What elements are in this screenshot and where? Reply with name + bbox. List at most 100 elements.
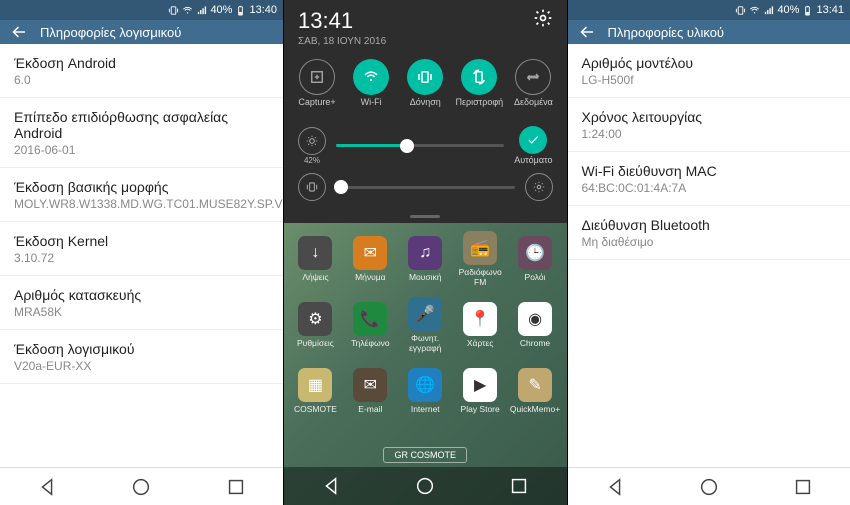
app-label: Τηλέφωνο (351, 338, 389, 348)
brightness-pct: 42% (304, 156, 320, 165)
app-label: QuickMemo+ (510, 404, 560, 414)
nav-back-icon[interactable] (320, 475, 342, 497)
nav-recent-icon[interactable] (225, 476, 247, 498)
shade-handle[interactable] (284, 209, 567, 223)
app-internet[interactable]: 🌐Internet (398, 359, 453, 423)
app-icon: ↓ (298, 236, 332, 270)
app-icon: ▶ (463, 368, 497, 402)
status-time: 13:41 (816, 4, 844, 16)
app-label: Internet (411, 404, 440, 414)
app-label: Ραδιόφωνο FM (453, 267, 508, 287)
app-icon: 📻 (463, 231, 497, 265)
back-icon[interactable] (578, 23, 596, 41)
nav-back-icon[interactable] (36, 476, 58, 498)
shade-date: ΣΑΒ, 18 ΙΟΥΝ 2016 (298, 36, 386, 47)
battery-icon (802, 5, 813, 16)
list-item[interactable]: Αριθμός κατασκευήςMRA58K (0, 276, 283, 330)
volume-slider-row (284, 173, 567, 209)
nav-home-icon[interactable] (414, 475, 436, 497)
app--[interactable]: 🎤Φωνητ. εγγραφή (398, 293, 453, 357)
list-item[interactable]: Έκδοση βασικής μορφήςMOLY.WR8.W1338.MD.W… (0, 168, 283, 222)
page-title: Πληροφορίες υλικού (608, 25, 725, 40)
settings-icon[interactable] (533, 8, 553, 28)
app--[interactable]: 📍Χάρτες (453, 293, 508, 357)
navigation-bar (568, 467, 850, 505)
navigation-bar (284, 467, 567, 505)
brightness-slider[interactable] (336, 144, 504, 147)
app-label: Ρυθμίσεις (297, 338, 334, 348)
status-bar: 40% 13:41 (568, 0, 850, 20)
list-item[interactable]: Αριθμός μοντέλουLG-H500f (568, 44, 850, 98)
app-label: Λήψεις (302, 272, 328, 282)
app-label: COSMOTE (294, 404, 337, 414)
app-icon: ✉ (353, 236, 387, 270)
nav-recent-icon[interactable] (508, 475, 530, 497)
notification-shade: 13:41 ΣΑΒ, 18 ΙΟΥΝ 2016 Capture+ Wi-Fi Δ… (284, 0, 567, 223)
app-icon: ✉ (353, 368, 387, 402)
brightness-icon[interactable] (298, 127, 326, 155)
brightness-slider-row: 42% Αυτόματο (284, 118, 567, 173)
list-item[interactable]: Έκδοση Kernel3.10.72 (0, 222, 283, 276)
app-label: E-mail (358, 404, 382, 414)
app-label: Ρολόι (525, 272, 546, 282)
quick-settings-row: Capture+ Wi-Fi Δόνηση Περιστροφή Δεδομέν… (284, 53, 567, 118)
list-item[interactable]: Επίπεδο επιδιόρθωσης ασφαλείας Android20… (0, 98, 283, 168)
app--[interactable]: ♫Μουσική (398, 227, 453, 291)
app--[interactable]: 🕒Ρολόι (508, 227, 563, 291)
battery-icon (235, 5, 246, 16)
wifi-icon (749, 5, 760, 16)
app-label: Chrome (520, 338, 550, 348)
vibrate-icon (168, 5, 179, 16)
qs-vibrate[interactable]: Δόνηση (400, 59, 450, 116)
app-label: Play Store (461, 404, 500, 414)
list-item[interactable]: Wi-Fi διεύθυνση MAC64:BC:0C:01:4A:7A (568, 152, 850, 206)
shade-time: 13:41 (298, 8, 386, 34)
app-icon: ⚙ (298, 302, 332, 336)
app-icon: ◉ (518, 302, 552, 336)
app-chrome[interactable]: ◉ Chrome (508, 293, 563, 357)
qs-rotate[interactable]: Περιστροφή (454, 59, 504, 116)
home-screen: ↓Λήψεις✉Μήνυμα♫Μουσική📻Ραδιόφωνο FM🕒Ρολό… (284, 223, 567, 505)
page-title: Πληροφορίες λογισμικού (40, 25, 181, 40)
list-item[interactable]: Έκδοση λογισμικούV20a-EUR-XX (0, 330, 283, 384)
app-label: Μουσική (409, 272, 442, 282)
signal-icon (196, 5, 207, 16)
header: Πληροφορίες λογισμικού (0, 20, 283, 44)
app--[interactable]: ⚙ Ρυθμίσεις (288, 293, 343, 357)
app-icon: ✎ (518, 368, 552, 402)
app-quickmemo-[interactable]: ✎ QuickMemo+ (508, 359, 563, 423)
settings-list: Έκδοση Android6.0 Επίπεδο επιδιόρθωσης α… (0, 44, 283, 467)
auto-brightness-toggle[interactable] (519, 126, 547, 154)
status-bar: 40% 13:40 (0, 0, 283, 20)
app-icon: 📞 (353, 302, 387, 336)
app--[interactable]: ↓ Λήψεις (288, 227, 343, 291)
app--fm[interactable]: 📻Ραδιόφωνο FM (453, 227, 508, 291)
app--[interactable]: ✉Μήνυμα (343, 227, 398, 291)
vibrate-icon (735, 5, 746, 16)
header: Πληροφορίες υλικού (568, 20, 850, 44)
list-item[interactable]: Διεύθυνση BluetoothΜη διαθέσιμο (568, 206, 850, 260)
carrier-badge: GR COSMOTE (383, 447, 467, 463)
nav-recent-icon[interactable] (792, 476, 814, 498)
app-e-mail[interactable]: ✉ E-mail (343, 359, 398, 423)
app-icon: 🎤 (408, 297, 442, 331)
qs-wifi[interactable]: Wi-Fi (346, 59, 396, 116)
qs-data[interactable]: Δεδομένα (508, 59, 558, 116)
nav-home-icon[interactable] (698, 476, 720, 498)
app-play-store[interactable]: ▶ Play Store (453, 359, 508, 423)
nav-home-icon[interactable] (130, 476, 152, 498)
list-item[interactable]: Χρόνος λειτουργίας1:24:00 (568, 98, 850, 152)
qs-capture[interactable]: Capture+ (292, 59, 342, 116)
app-label: Χάρτες (467, 338, 494, 348)
auto-label: Αυτόματο (514, 155, 552, 165)
back-icon[interactable] (10, 23, 28, 41)
app-cosmote[interactable]: ▦COSMOTE (288, 359, 343, 423)
list-item[interactable]: Έκδοση Android6.0 (0, 44, 283, 98)
wifi-icon (182, 5, 193, 16)
volume-slider[interactable] (336, 186, 515, 189)
app--[interactable]: 📞 Τηλέφωνο (343, 293, 398, 357)
volume-settings-icon[interactable] (525, 173, 553, 201)
nav-back-icon[interactable] (604, 476, 626, 498)
volume-vibrate-icon[interactable] (298, 173, 326, 201)
signal-icon (763, 5, 774, 16)
